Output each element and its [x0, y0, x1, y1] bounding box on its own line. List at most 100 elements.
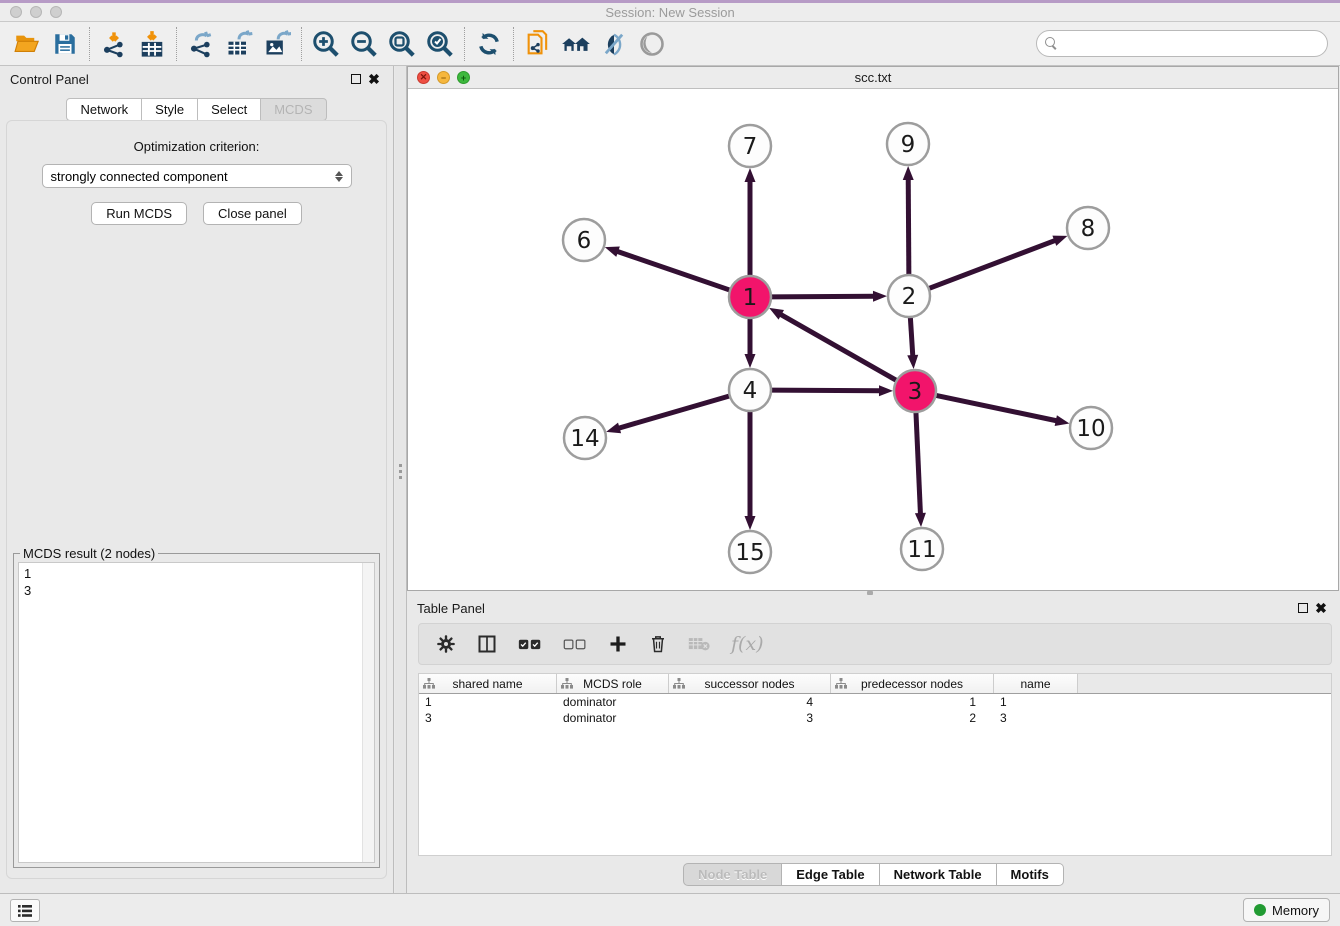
column-header-predecessor-nodes[interactable]: predecessor nodes	[831, 674, 994, 693]
edge-1-6[interactable]	[616, 251, 730, 290]
edge-4-14[interactable]	[618, 396, 730, 429]
table-cell[interactable]: 2	[831, 710, 994, 726]
edge-arrowhead-icon	[907, 355, 918, 369]
network-window-titlebar[interactable]: ✕ − + scc.txt	[408, 67, 1338, 89]
tab-network-table[interactable]: Network Table	[880, 863, 997, 886]
tab-select[interactable]: Select	[198, 98, 261, 121]
graph-node-label: 11	[907, 537, 936, 563]
export-image-icon[interactable]	[258, 26, 296, 62]
table-panel-title: Table Panel	[417, 601, 485, 616]
vertical-splitter[interactable]	[395, 66, 407, 893]
close-panel-button[interactable]: Close panel	[203, 202, 302, 225]
memory-status-icon	[1254, 904, 1266, 916]
edge-arrowhead-icon	[903, 166, 914, 180]
import-network-icon[interactable]	[95, 26, 133, 62]
mcds-result-title: MCDS result (2 nodes)	[20, 546, 158, 561]
edge-2-3[interactable]	[910, 317, 913, 357]
tab-network[interactable]: Network	[66, 98, 142, 121]
list-icon	[17, 904, 33, 918]
select-all-icon[interactable]	[518, 636, 542, 652]
graph-node-label: 15	[735, 540, 764, 566]
open-folder-icon[interactable]	[8, 26, 46, 62]
export-table-icon[interactable]	[220, 26, 258, 62]
table-cell[interactable]: 3	[994, 710, 1078, 726]
table-cell[interactable]: 1	[831, 694, 994, 710]
table-body: 1dominator4113dominator323	[419, 694, 1331, 726]
table-cell[interactable]: 1	[419, 694, 557, 710]
mcds-result-group: MCDS result (2 nodes) 1 3	[13, 553, 380, 868]
edge-3-10[interactable]	[936, 395, 1058, 421]
search-field[interactable]	[1036, 30, 1328, 57]
graph-node-label: 10	[1076, 416, 1105, 442]
status-bar: Memory	[0, 893, 1340, 926]
tab-node-table[interactable]: Node Table	[683, 863, 782, 886]
column-header-label: shared name	[452, 677, 522, 691]
new-network-from-selection-icon[interactable]	[519, 26, 557, 62]
tab-mcds[interactable]: MCDS	[261, 98, 326, 121]
column-type-icon	[835, 678, 847, 689]
mcds-tab-content: Optimization criterion: strongly connect…	[6, 120, 387, 879]
criterion-select[interactable]: strongly connected component	[42, 164, 352, 188]
edge-4-3[interactable]	[771, 390, 881, 391]
memory-button[interactable]: Memory	[1243, 898, 1330, 922]
deselect-all-icon[interactable]	[563, 636, 587, 652]
table-header-row: shared name MCDS rolesuccessor nodesprede…	[419, 674, 1331, 694]
table-cell[interactable]: 3	[419, 710, 557, 726]
table-cell[interactable]: dominator	[557, 710, 669, 726]
table-cell[interactable]: 4	[669, 694, 831, 710]
birds-eye-view-icon[interactable]	[633, 26, 671, 62]
toolbar-separator	[464, 27, 465, 61]
edge-3-1[interactable]	[780, 314, 897, 381]
first-neighbors-icon[interactable]	[557, 26, 595, 62]
tab-style[interactable]: Style	[142, 98, 198, 121]
show-graphics-details-icon[interactable]	[595, 26, 633, 62]
control-panel-title: Control Panel	[10, 72, 89, 87]
table-panel-header: Table Panel ✖	[407, 595, 1340, 621]
edge-arrowhead-icon	[873, 291, 887, 302]
edge-1-2[interactable]	[771, 296, 875, 297]
column-header-name[interactable]: name	[994, 674, 1078, 693]
table-cell[interactable]: dominator	[557, 694, 669, 710]
table-cell[interactable]: 1	[994, 694, 1078, 710]
column-layout-icon[interactable]	[477, 634, 497, 654]
edge-2-9[interactable]	[908, 178, 909, 275]
column-header-label: name	[1020, 677, 1050, 691]
gear-icon[interactable]	[436, 634, 456, 654]
control-panel-tabs: NetworkStyleSelectMCDS	[0, 98, 393, 121]
graph-node-label: 7	[743, 134, 758, 160]
zoom-out-icon[interactable]	[345, 26, 383, 62]
add-column-icon[interactable]	[608, 634, 628, 654]
column-header-shared-name[interactable]: shared name	[419, 674, 557, 693]
tab-edge-table[interactable]: Edge Table	[782, 863, 879, 886]
import-table-icon[interactable]	[133, 26, 171, 62]
column-header-successor-nodes[interactable]: successor nodes	[669, 674, 831, 693]
float-panel-icon[interactable]	[347, 70, 365, 88]
table-tabs: Node TableEdge TableNetwork TableMotifs	[407, 863, 1340, 886]
table-row[interactable]: 1dominator411	[419, 694, 1331, 710]
search-input[interactable]	[1063, 34, 1327, 54]
zoom-selected-icon[interactable]	[421, 26, 459, 62]
task-history-button[interactable]	[10, 899, 40, 922]
network-and-table-area: ✕ − + scc.txt 1234678910111415 Table Pan…	[407, 66, 1340, 893]
zoom-fit-icon[interactable]	[383, 26, 421, 62]
save-icon[interactable]	[46, 26, 84, 62]
refresh-icon[interactable]	[470, 26, 508, 62]
close-panel-icon[interactable]: ✖	[365, 70, 383, 88]
network-canvas[interactable]: 1234678910111415	[408, 89, 1338, 590]
edge-3-11[interactable]	[916, 412, 921, 515]
run-mcds-button[interactable]: Run MCDS	[91, 202, 187, 225]
tab-motifs[interactable]: Motifs	[997, 863, 1064, 886]
edge-2-8[interactable]	[929, 240, 1057, 288]
table-cell[interactable]: 3	[669, 710, 831, 726]
export-network-icon[interactable]	[182, 26, 220, 62]
close-table-panel-icon[interactable]: ✖	[1312, 599, 1330, 617]
column-header-MCDS-role[interactable]: MCDS role	[557, 674, 669, 693]
delete-column-icon[interactable]	[649, 634, 667, 654]
zoom-in-icon[interactable]	[307, 26, 345, 62]
function-builder-icon: f(x)	[731, 633, 764, 655]
mcds-result-list[interactable]: 1 3	[19, 563, 362, 862]
result-scrollbar[interactable]	[362, 563, 374, 862]
table-row[interactable]: 3dominator323	[419, 710, 1331, 726]
edge-arrowhead-icon	[745, 354, 756, 368]
float-table-panel-icon[interactable]	[1294, 599, 1312, 617]
